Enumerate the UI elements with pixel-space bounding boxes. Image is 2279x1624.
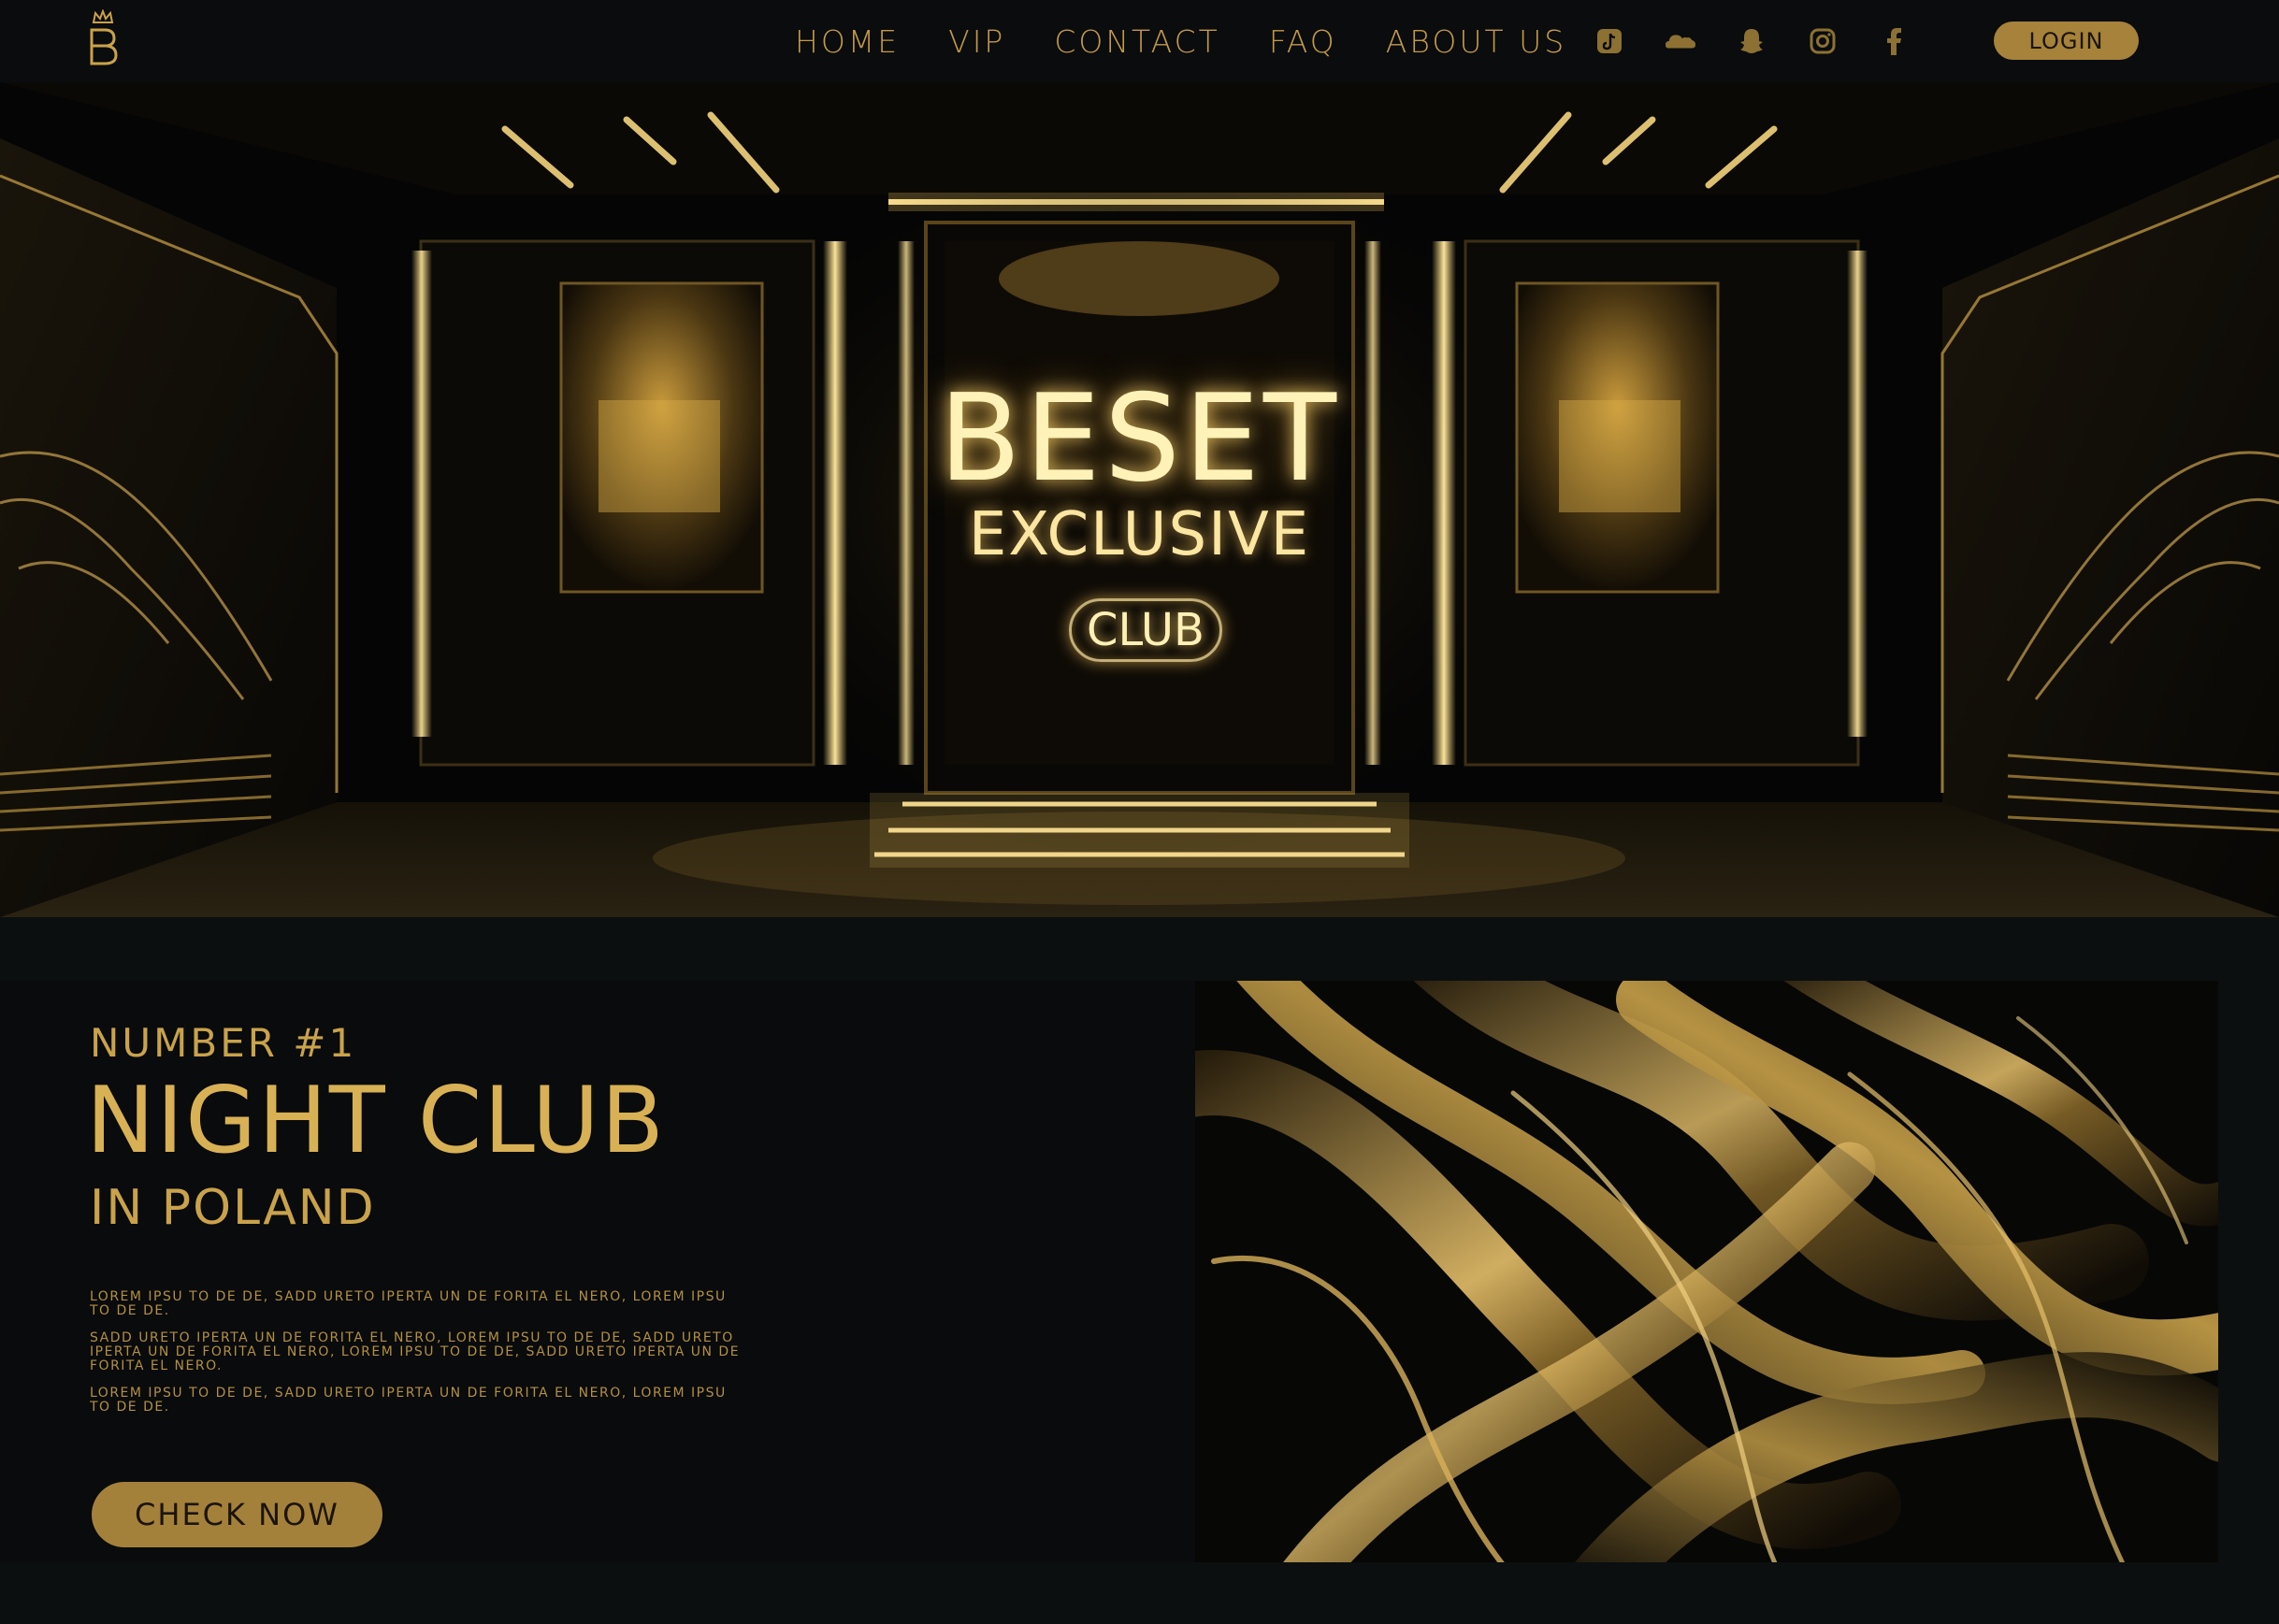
top-navigation-bar: HOME VIP CONTACT FAQ ABOUT US LOGIN xyxy=(0,0,2279,82)
hero-title: BESET xyxy=(939,369,1340,509)
gold-wave-artwork xyxy=(1195,981,2218,1562)
nav-link-contact[interactable]: CONTACT xyxy=(1054,23,1220,60)
social-links xyxy=(1594,24,1949,58)
hero-banner: BESET EXCLUSIVE CLUB xyxy=(0,82,2279,917)
promo-paragraph: LOREM IPSU TO DE DE, SADD URETO IPERTA U… xyxy=(90,1289,727,1318)
soundcloud-icon[interactable] xyxy=(1665,25,1696,57)
promo-paragraph: SADD URETO IPERTA UN DE FORITA EL NERO, … xyxy=(90,1330,741,1373)
nav-link-about-us[interactable]: ABOUT US xyxy=(1386,23,1566,60)
main-menu: HOME VIP CONTACT FAQ ABOUT US xyxy=(795,17,1615,65)
login-button[interactable]: LOGIN xyxy=(1994,22,2139,60)
nav-link-home[interactable]: HOME xyxy=(795,23,900,60)
nav-link-faq[interactable]: FAQ xyxy=(1269,23,1337,60)
promo-eyebrow: NUMBER #1 xyxy=(90,1020,357,1066)
promo-body-copy: LOREM IPSU TO DE DE, SADD URETO IPERTA U… xyxy=(90,1290,744,1428)
nav-link-vip[interactable]: VIP xyxy=(948,23,1005,60)
facebook-icon[interactable] xyxy=(1878,25,1910,57)
promo-subheadline: IN POLAND xyxy=(90,1180,376,1236)
tiktok-icon[interactable] xyxy=(1594,25,1625,57)
crown-b-logo[interactable] xyxy=(86,8,120,67)
snapchat-icon[interactable] xyxy=(1736,25,1767,57)
promo-paragraph: LOREM IPSU TO DE DE, SADD URETO IPERTA U… xyxy=(90,1386,727,1415)
promo-headline: NIGHT CLUB xyxy=(86,1068,666,1174)
check-now-button[interactable]: CHECK NOW xyxy=(92,1482,382,1547)
hero-subtitle: EXCLUSIVE xyxy=(968,500,1311,569)
instagram-icon[interactable] xyxy=(1807,25,1839,57)
hero-club-badge: CLUB xyxy=(1069,598,1222,662)
